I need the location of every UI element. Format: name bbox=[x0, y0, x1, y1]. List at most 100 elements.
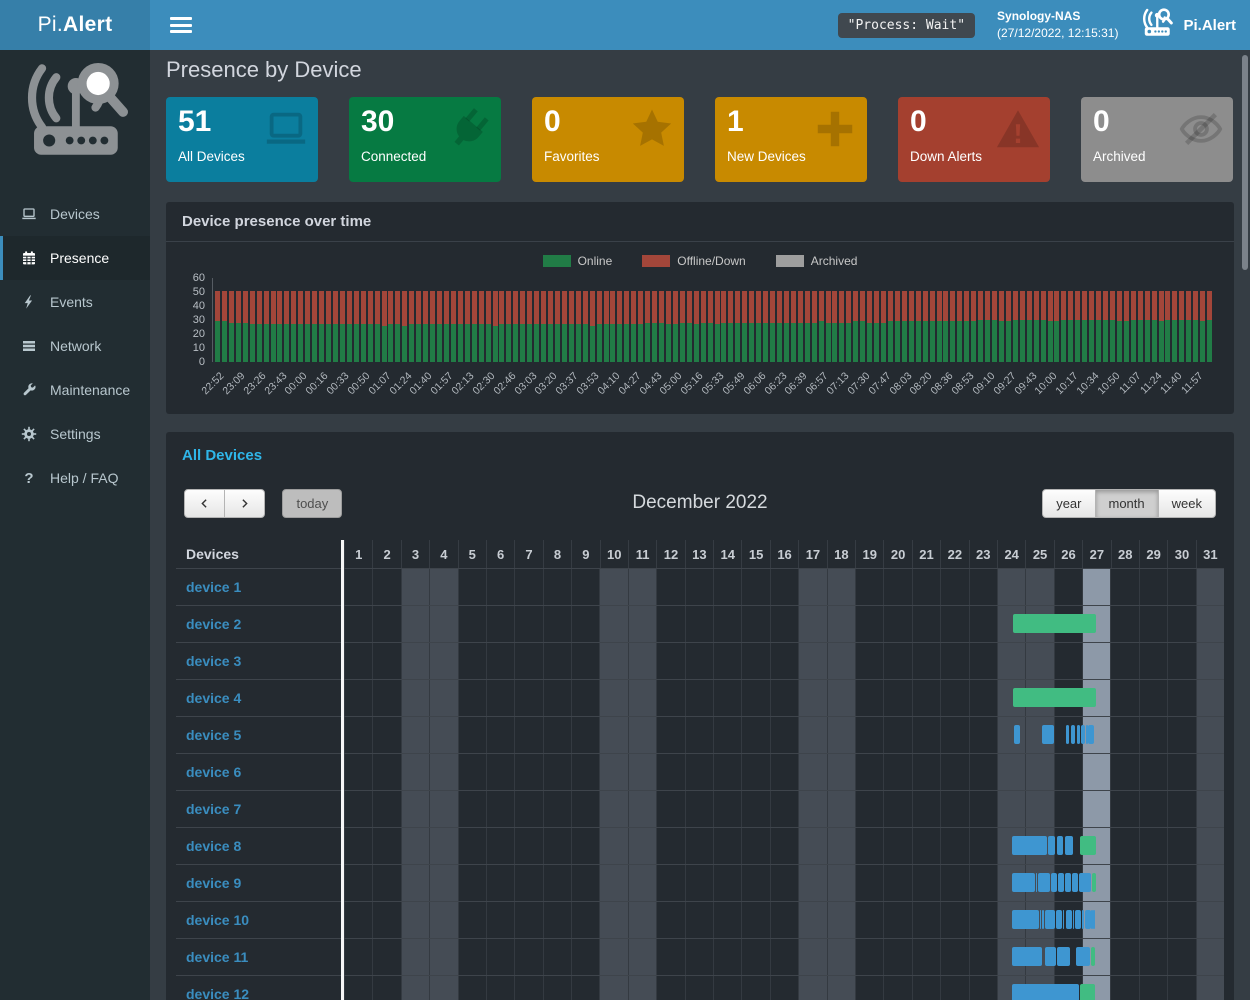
presence-bar[interactable] bbox=[1088, 725, 1094, 744]
stat-card-connected[interactable]: 30Connected bbox=[349, 97, 501, 182]
chart-bar bbox=[298, 291, 303, 362]
day-header-3: 3 bbox=[401, 540, 429, 568]
sidebar-item-devices[interactable]: Devices bbox=[0, 192, 150, 236]
presence-bar[interactable] bbox=[1079, 873, 1091, 892]
online-session-bar[interactable] bbox=[1092, 873, 1096, 892]
presence-bar[interactable] bbox=[1077, 725, 1080, 744]
presence-bar[interactable] bbox=[1012, 947, 1042, 966]
device-link-device-12[interactable]: device 12 bbox=[186, 986, 249, 1000]
chart-bar bbox=[694, 291, 699, 362]
presence-calendar-grid: Devices 12345678910111213141516171819202… bbox=[176, 540, 1224, 1000]
presence-bar[interactable] bbox=[1071, 725, 1075, 744]
presence-bar[interactable] bbox=[1038, 873, 1050, 892]
brand-logo[interactable]: Pi.Alert bbox=[0, 0, 150, 50]
chart-bar bbox=[881, 291, 886, 362]
chart-bar bbox=[305, 291, 310, 362]
devices-column-header: Devices bbox=[176, 540, 344, 568]
presence-bar[interactable] bbox=[1042, 910, 1044, 929]
stat-card-new-devices[interactable]: 1New Devices bbox=[715, 97, 867, 182]
online-session-bar[interactable] bbox=[1080, 836, 1096, 855]
device-presence-track bbox=[344, 717, 1224, 753]
device-name-cell: device 6 bbox=[176, 754, 344, 790]
presence-bar[interactable] bbox=[1056, 910, 1062, 929]
sidebar-item-network[interactable]: Network bbox=[0, 324, 150, 368]
device-row: device 3 bbox=[176, 643, 1224, 680]
presence-bar[interactable] bbox=[1036, 873, 1037, 892]
stat-card-archived[interactable]: 0Archived bbox=[1081, 97, 1233, 182]
sidebar-item-presence[interactable]: Presence bbox=[0, 236, 150, 280]
presence-bar[interactable] bbox=[1065, 873, 1070, 892]
device-link-device-1[interactable]: device 1 bbox=[186, 579, 241, 595]
chart-bar bbox=[812, 291, 817, 362]
device-presence-track bbox=[344, 754, 1224, 790]
sidebar-item-help-faq[interactable]: ?Help / FAQ bbox=[0, 456, 150, 500]
device-link-device-9[interactable]: device 9 bbox=[186, 875, 241, 891]
vertical-scrollbar-thumb[interactable] bbox=[1242, 55, 1248, 270]
hamburger-menu-icon[interactable] bbox=[170, 17, 192, 33]
device-presence-track bbox=[344, 569, 1224, 605]
sidebar-item-settings[interactable]: Settings bbox=[0, 412, 150, 456]
presence-bar[interactable] bbox=[1072, 873, 1078, 892]
chart-bar bbox=[1054, 291, 1059, 362]
chart-bar bbox=[1006, 291, 1011, 362]
presence-bar[interactable] bbox=[1048, 836, 1054, 855]
presence-bar[interactable] bbox=[1045, 910, 1055, 929]
calendar-section-title: All Devices bbox=[176, 442, 1224, 464]
presence-bar[interactable] bbox=[1012, 836, 1047, 855]
presence-bar[interactable] bbox=[1014, 725, 1021, 744]
presence-bar[interactable] bbox=[1012, 910, 1039, 929]
presence-bar[interactable] bbox=[1082, 910, 1083, 929]
chart-bar bbox=[1186, 291, 1191, 362]
device-link-device-7[interactable]: device 7 bbox=[186, 801, 241, 817]
presence-bar[interactable] bbox=[1066, 910, 1073, 929]
navbar: "Process: Wait" Synology-NAS (27/12/2022… bbox=[150, 0, 1250, 50]
device-link-device-8[interactable]: device 8 bbox=[186, 838, 241, 854]
device-link-device-6[interactable]: device 6 bbox=[186, 764, 241, 780]
presence-bar[interactable] bbox=[1085, 910, 1091, 929]
online-session-bar[interactable] bbox=[1091, 947, 1095, 966]
chart-bar bbox=[423, 291, 428, 362]
stat-card-favorites[interactable]: 0Favorites bbox=[532, 97, 684, 182]
presence-bar[interactable] bbox=[1042, 725, 1054, 744]
device-link-device-11[interactable]: device 11 bbox=[186, 949, 248, 965]
device-link-device-4[interactable]: device 4 bbox=[186, 690, 241, 706]
device-link-device-5[interactable]: device 5 bbox=[186, 727, 241, 743]
device-link-device-10[interactable]: device 10 bbox=[186, 912, 249, 928]
pialert-logo-icon bbox=[0, 50, 150, 182]
device-link-device-2[interactable]: device 2 bbox=[186, 616, 241, 632]
presence-bar[interactable] bbox=[1081, 725, 1086, 744]
chart-bar bbox=[645, 291, 650, 362]
sidebar-item-maintenance[interactable]: Maintenance bbox=[0, 368, 150, 412]
presence-bar[interactable] bbox=[1063, 910, 1064, 929]
presence-bar[interactable] bbox=[1093, 910, 1094, 929]
presence-bar[interactable] bbox=[1045, 947, 1056, 966]
presence-bar[interactable] bbox=[1076, 947, 1090, 966]
legend-item-offline-down[interactable]: Offline/Down bbox=[642, 254, 745, 268]
presence-bar[interactable] bbox=[1066, 725, 1069, 744]
presence-bar[interactable] bbox=[1091, 910, 1092, 929]
presence-bar[interactable] bbox=[1075, 910, 1081, 929]
online-session-bar[interactable] bbox=[1013, 614, 1097, 633]
stat-card-all-devices[interactable]: 51All Devices bbox=[166, 97, 318, 182]
presence-bar[interactable] bbox=[1057, 836, 1064, 855]
online-session-bar[interactable] bbox=[1080, 984, 1095, 1000]
online-session-bar[interactable] bbox=[1013, 688, 1097, 707]
presence-bar[interactable] bbox=[1065, 836, 1073, 855]
presence-bar[interactable] bbox=[1073, 910, 1074, 929]
view-month-button[interactable]: month bbox=[1095, 489, 1159, 518]
presence-bar[interactable] bbox=[1040, 910, 1041, 929]
chart-bar bbox=[583, 291, 588, 362]
presence-bar[interactable] bbox=[1051, 873, 1057, 892]
presence-bar[interactable] bbox=[1057, 947, 1071, 966]
view-year-button[interactable]: year bbox=[1042, 489, 1095, 518]
sidebar-item-events[interactable]: Events bbox=[0, 280, 150, 324]
presence-bar[interactable] bbox=[1012, 984, 1078, 1000]
view-week-button[interactable]: week bbox=[1158, 489, 1216, 518]
presence-bar[interactable] bbox=[1012, 873, 1035, 892]
legend-item-archived[interactable]: Archived bbox=[776, 254, 858, 268]
device-link-device-3[interactable]: device 3 bbox=[186, 653, 241, 669]
stat-card-down-alerts[interactable]: 0Down Alerts bbox=[898, 97, 1050, 182]
presence-bar[interactable] bbox=[1058, 873, 1065, 892]
brand-prefix: Pi. bbox=[38, 13, 63, 37]
legend-item-online[interactable]: Online bbox=[543, 254, 613, 268]
